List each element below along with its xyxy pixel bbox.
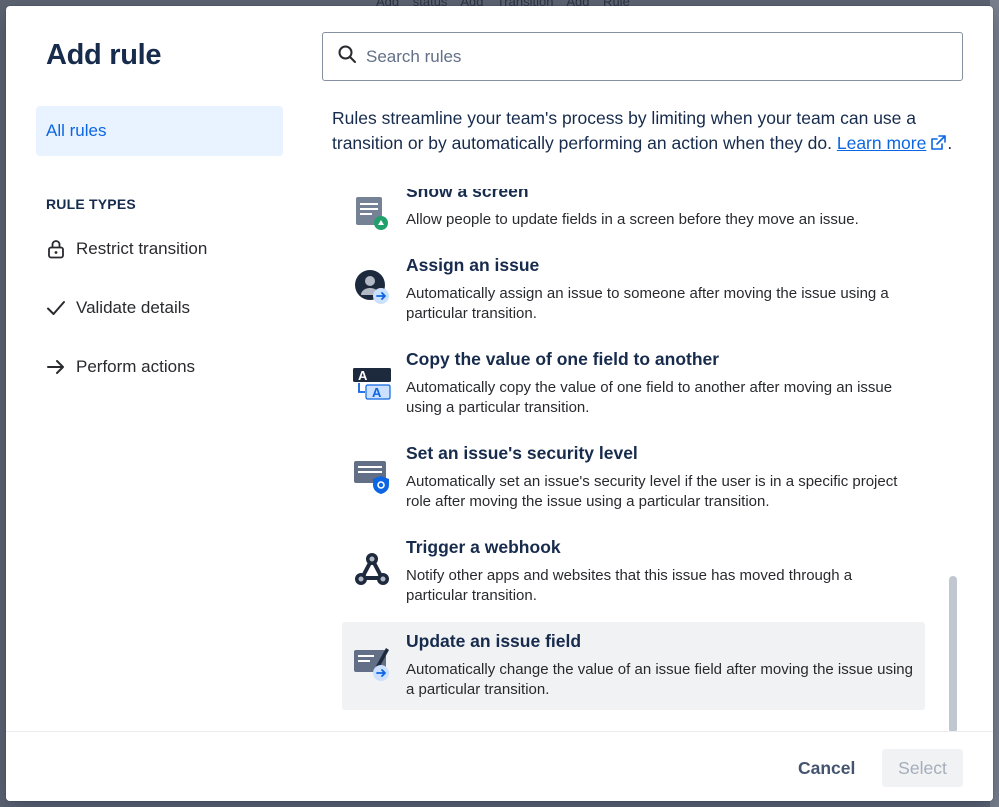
dialog-title: Add rule <box>46 39 162 71</box>
update-field-icon <box>352 644 392 684</box>
rule-sidebar: Add rule All rules RULE TYPES Restrict t… <box>6 6 306 731</box>
rule-item-trigger-webhook[interactable]: Trigger a webhook Notify other apps and … <box>342 528 925 616</box>
sidebar-item-label: Perform actions <box>76 357 196 376</box>
learn-more-link-text: Learn more <box>836 133 927 153</box>
rule-description: Automatically set an issue's security le… <box>406 473 898 510</box>
search-input[interactable] <box>366 46 962 67</box>
rule-title: Update an issue field <box>406 631 582 651</box>
scrollbar-thumb[interactable] <box>949 576 957 733</box>
rule-title: Trigger a webhook <box>406 537 561 557</box>
webhook-icon <box>352 550 392 590</box>
check-icon <box>46 298 66 318</box>
sidebar-item-restrict-transition[interactable]: Restrict transition <box>46 234 286 264</box>
copy-field-icon: A A <box>352 362 392 402</box>
learn-more-link[interactable]: Learn more <box>837 133 927 153</box>
rule-title: Assign an issue <box>406 255 540 275</box>
rule-description: Automatically assign an issue to someone… <box>406 285 889 322</box>
sidebar-item-label: All rules <box>46 121 107 140</box>
search-icon <box>337 44 357 69</box>
rule-list[interactable]: Show a screen Allow people to update fie… <box>322 189 962 731</box>
arrow-right-icon <box>46 357 66 377</box>
rule-title: Copy the value of one field to another <box>406 349 720 369</box>
svg-text:A: A <box>372 385 382 400</box>
sidebar-item-all-rules[interactable]: All rules <box>36 106 283 156</box>
assign-user-icon <box>352 268 392 308</box>
description-trailing: . <box>947 133 953 153</box>
screen-icon <box>352 194 392 234</box>
rule-item-security-level[interactable]: Set an issue's security level Automatica… <box>342 434 925 522</box>
rule-title: Set an issue's security level <box>406 443 638 463</box>
rules-description: Rules streamline your team's process by … <box>332 106 962 156</box>
description-text: Rules streamline your team's process by … <box>332 108 917 153</box>
search-box[interactable] <box>322 32 963 81</box>
rule-description: Allow people to update fields in a scree… <box>406 211 859 228</box>
rule-main-panel: Rules streamline your team's process by … <box>322 6 993 731</box>
dialog-footer: Cancel Select <box>6 731 993 801</box>
rule-item-assign-an-issue[interactable]: Assign an issue Automatically assign an … <box>342 246 925 334</box>
sidebar-item-label: Restrict transition <box>76 239 208 258</box>
rule-item-update-field[interactable]: Update an issue field Automatically chan… <box>342 622 925 710</box>
sidebar-item-label: Validate details <box>76 298 191 317</box>
rule-description: Automatically copy the value of one fiel… <box>406 379 893 416</box>
add-rule-dialog: Add rule All rules RULE TYPES Restrict t… <box>6 6 993 801</box>
rule-description: Notify other apps and websites that this… <box>406 567 853 604</box>
rule-item-copy-field[interactable]: A A Copy the value of one field to anoth… <box>342 340 925 428</box>
rule-description: Automatically change the value of an iss… <box>406 661 913 698</box>
cancel-button[interactable]: Cancel <box>782 749 871 787</box>
rule-types-heading: RULE TYPES <box>46 196 136 212</box>
svg-text:A: A <box>358 368 368 383</box>
sidebar-item-perform-actions[interactable]: Perform actions <box>46 352 286 382</box>
rule-title: Show a screen <box>406 189 529 201</box>
rule-list-scrollbar[interactable] <box>947 201 959 733</box>
security-level-icon <box>352 456 392 496</box>
external-link-icon <box>926 133 947 153</box>
sidebar-item-validate-details[interactable]: Validate details <box>46 293 286 323</box>
lock-icon <box>46 239 66 259</box>
select-button[interactable]: Select <box>882 749 963 787</box>
